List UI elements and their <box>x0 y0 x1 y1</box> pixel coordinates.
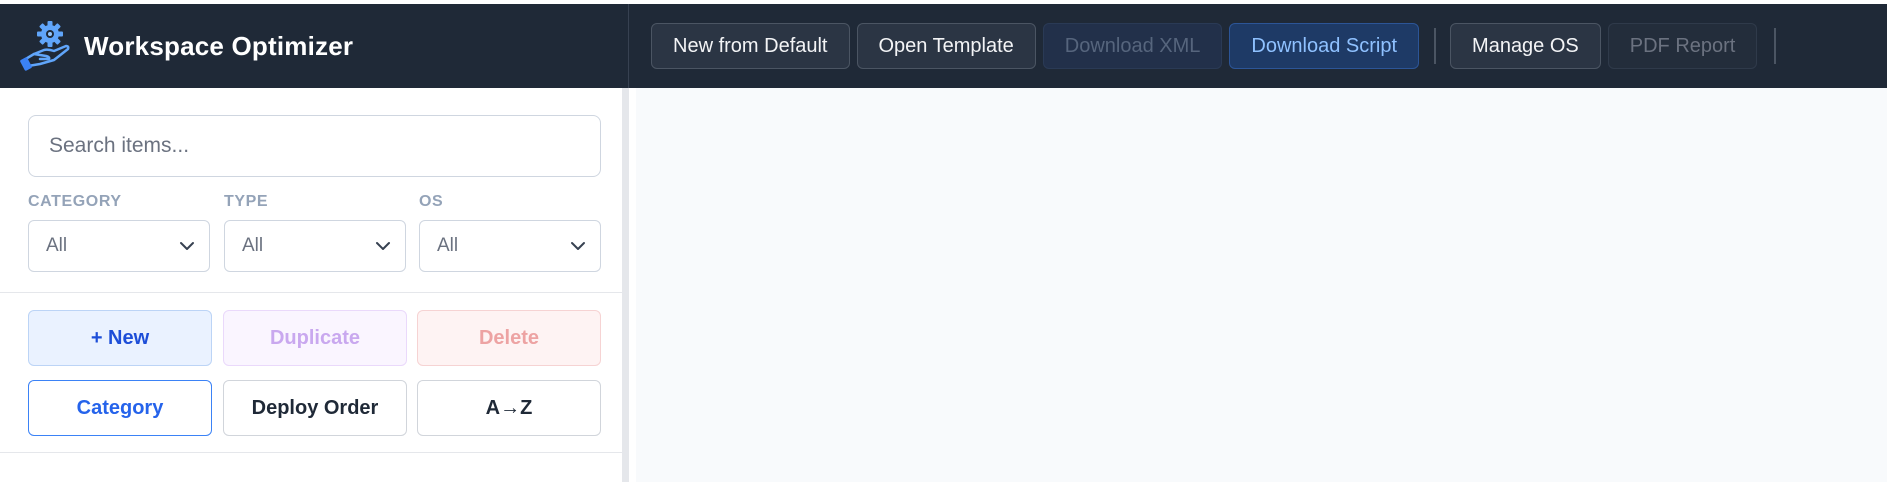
select-value: All <box>437 235 459 256</box>
filter-label: OS <box>419 193 444 210</box>
os-filter: OS All <box>419 193 601 272</box>
download-script-button[interactable]: Download Script <box>1229 23 1420 69</box>
main-toolbar: New from Default Open Template Download … <box>629 4 1790 88</box>
sort-category-button[interactable]: Category <box>28 380 212 436</box>
sort-alpha-button[interactable]: A→Z <box>417 380 601 436</box>
sidebar: CATEGORY All TYPE All OS All + New Dupli… <box>0 88 629 482</box>
app-brand: Workspace Optimizer <box>0 4 629 88</box>
category-filter: CATEGORY All <box>28 193 210 272</box>
top-bar: Workspace Optimizer New from Default Ope… <box>0 4 1887 88</box>
section-divider <box>0 452 622 453</box>
gear-hand-icon <box>20 21 70 71</box>
select-value: All <box>46 235 68 256</box>
main-content-area <box>636 88 1887 482</box>
os-select[interactable]: All <box>419 220 601 272</box>
download-xml-button[interactable]: Download XML <box>1042 23 1223 69</box>
duplicate-button[interactable]: Duplicate <box>223 310 407 366</box>
new-item-button[interactable]: + New <box>28 310 212 366</box>
new-from-default-button[interactable]: New from Default <box>651 23 850 69</box>
select-value: All <box>242 235 264 256</box>
app-title: Workspace Optimizer <box>84 30 354 61</box>
search-input[interactable] <box>28 115 601 177</box>
chevron-down-icon <box>376 242 390 250</box>
chevron-down-icon <box>571 242 585 250</box>
type-filter: TYPE All <box>224 193 406 272</box>
section-divider <box>0 292 622 293</box>
filter-label: CATEGORY <box>28 193 122 210</box>
open-template-button[interactable]: Open Template <box>856 23 1036 69</box>
filter-label: TYPE <box>224 193 269 210</box>
delete-button[interactable]: Delete <box>417 310 601 366</box>
manage-os-button[interactable]: Manage OS <box>1450 23 1601 69</box>
category-select[interactable]: All <box>28 220 210 272</box>
type-select[interactable]: All <box>224 220 406 272</box>
toolbar-divider <box>1774 28 1777 64</box>
chevron-down-icon <box>180 242 194 250</box>
pdf-report-button[interactable]: PDF Report <box>1607 23 1758 69</box>
sort-deploy-order-button[interactable]: Deploy Order <box>223 380 407 436</box>
toolbar-divider <box>1434 28 1437 64</box>
